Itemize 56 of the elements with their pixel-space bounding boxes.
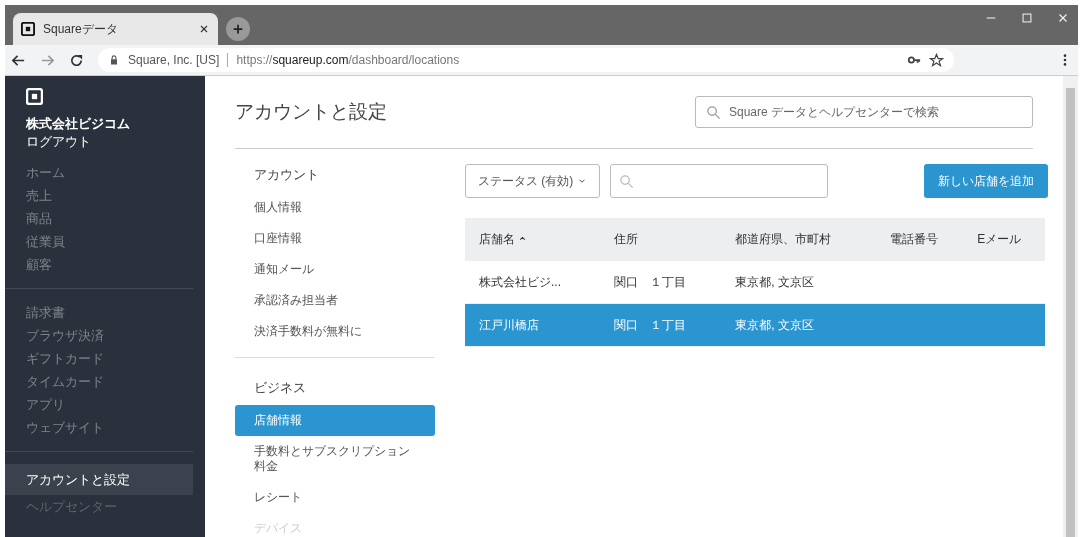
sidebar-item[interactable]: 従業員 — [5, 230, 193, 253]
search-field[interactable]: Square データとヘルプセンターで検索 — [695, 96, 1033, 128]
star-icon[interactable] — [929, 52, 944, 68]
table-cell: 株式会社ビジ... — [465, 261, 601, 304]
address-bar[interactable]: Square, Inc. [US] https://squareup.com/dashboard/locations — [98, 48, 954, 72]
sidebar-item[interactable]: 請求書 — [5, 301, 193, 324]
browser-tab[interactable]: Squareデータ — [13, 13, 218, 45]
settings-nav-item[interactable]: 通知メール — [235, 254, 435, 285]
status-filter-dropdown[interactable]: ステータス (有効) — [465, 164, 601, 198]
section-heading: ビジネス — [253, 379, 307, 397]
location-search-field[interactable] — [610, 164, 829, 198]
sidebar-item[interactable]: 商品 — [5, 207, 193, 230]
maximize-icon[interactable] — [1020, 11, 1034, 25]
logout-link[interactable]: ログアウト — [26, 133, 205, 151]
sidebar-item[interactable]: アプリ — [5, 393, 193, 416]
sidebar-item[interactable]: アカウントと設定 — [5, 464, 193, 495]
settings-nav-item[interactable]: 口座情報 — [235, 223, 435, 254]
url-text: https://squareup.com/dashboard/locations — [236, 53, 461, 67]
column-header[interactable]: 電話番号 — [876, 218, 964, 261]
column-header[interactable]: 都道府県、市町村 — [721, 218, 877, 261]
sidebar-item[interactable]: ホーム — [5, 161, 193, 184]
column-header[interactable]: Eメール — [963, 218, 1045, 261]
sidebar-item[interactable]: 売上 — [5, 184, 193, 207]
settings-nav-item[interactable]: 個人情報 — [235, 192, 435, 223]
settings-nav-item[interactable]: 承認済み担当者 — [235, 285, 435, 316]
settings-nav-item[interactable]: レシート — [235, 482, 435, 513]
plus-icon[interactable] — [231, 22, 245, 36]
sidebar-item[interactable]: タイムカード — [5, 370, 193, 393]
company-name: 株式会社ビジコム — [26, 115, 131, 133]
table-cell: 関口 １丁目 — [600, 261, 722, 304]
scrollbar[interactable] — [1063, 76, 1078, 537]
column-header[interactable]: 店舗名 — [465, 218, 601, 261]
search-icon — [619, 173, 635, 189]
column-header[interactable]: 住所 — [600, 218, 722, 261]
square-logo-icon — [21, 22, 35, 36]
sidebar-item[interactable]: ウェブサイト — [5, 416, 193, 439]
sort-ascending-icon — [518, 234, 528, 243]
reload-icon[interactable] — [69, 52, 84, 68]
table-cell: 東京都, 文京区 — [721, 261, 877, 304]
lock-icon — [108, 54, 120, 66]
new-tab-button[interactable] — [226, 17, 250, 41]
settings-nav-item[interactable]: 決済手数料が無料に — [235, 316, 435, 347]
sidebar-item[interactable]: 顧客 — [5, 253, 193, 276]
square-logo-icon — [26, 88, 43, 105]
table-cell: 江戸川橋店 — [465, 303, 601, 347]
tab-title: Squareデータ — [43, 20, 119, 38]
search-icon — [706, 104, 721, 120]
settings-nav-item[interactable]: 手数料とサブスクリプション料金 — [235, 436, 435, 482]
site-identity: Square, Inc. [US] — [128, 53, 220, 67]
table-cell: 関口 １丁目 — [600, 303, 722, 347]
table-cell: 東京都, 文京区 — [721, 303, 877, 347]
sidebar-item[interactable]: ギフトカード — [5, 347, 193, 370]
close-icon[interactable] — [198, 23, 210, 35]
section-heading: アカウント — [253, 166, 320, 184]
sidebar-item[interactable]: ブラウザ決済 — [5, 324, 193, 347]
page-title: アカウントと設定 — [235, 100, 387, 124]
